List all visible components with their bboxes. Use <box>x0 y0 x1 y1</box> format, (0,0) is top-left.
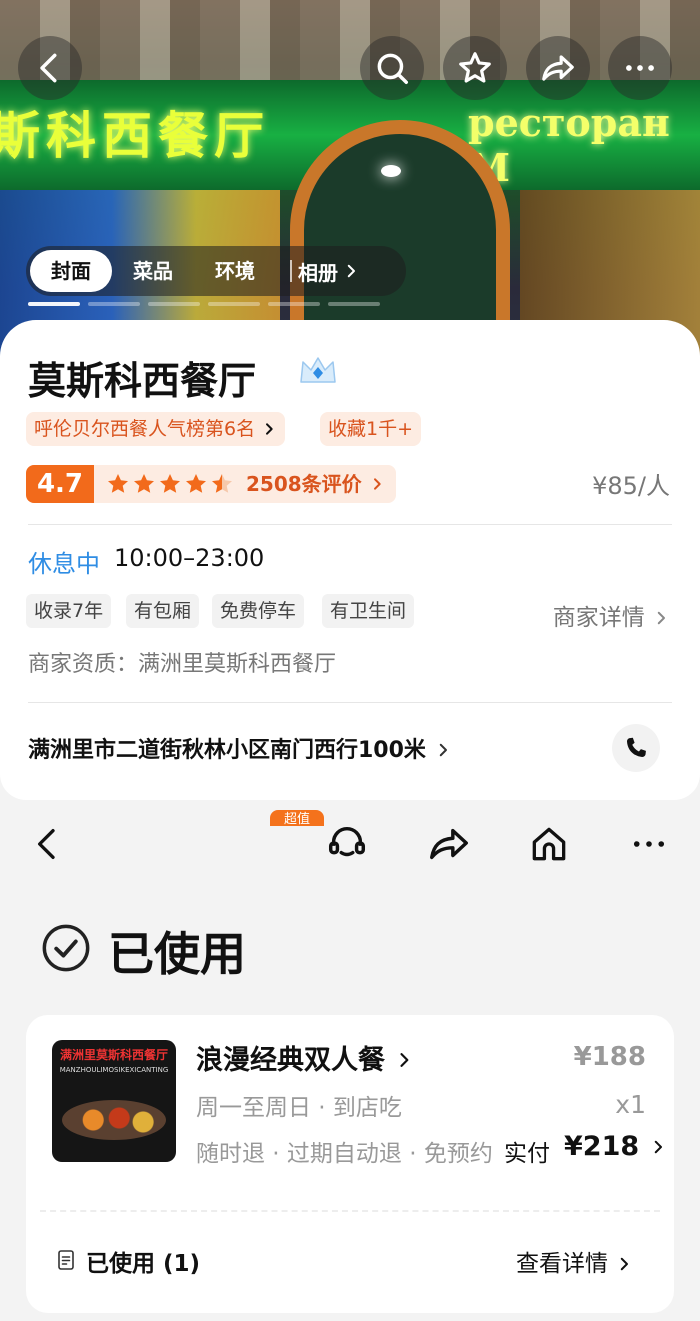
carousel-dot <box>148 302 200 306</box>
view-details-label: 查看详情 <box>516 1251 608 1277</box>
chevron-right-icon <box>266 423 273 435</box>
crown-badge-icon <box>300 357 336 383</box>
tab-environment[interactable]: 环境 <box>194 250 276 292</box>
address-label: 满洲里市二道街秋林小区南门西行100米 <box>28 738 426 763</box>
chevron-right-icon <box>654 1140 662 1154</box>
rating-score: 4.7 <box>26 465 94 503</box>
more-icon[interactable] <box>628 823 670 865</box>
chevron-right-icon <box>439 743 447 757</box>
thumbnail-subtitle: MANZHOULIMOSIKEXICANTING <box>59 1066 169 1074</box>
tab-dishes[interactable]: 菜品 <box>112 250 194 292</box>
photo-category-tabs: 封面 菜品 环境 相册 <box>26 246 406 296</box>
carousel-indicator <box>28 302 380 306</box>
average-price: ¥85/人 <box>592 472 670 500</box>
carousel-dot <box>208 302 260 306</box>
product-price: ¥188 <box>573 1042 646 1072</box>
product-quantity: x1 <box>615 1090 646 1119</box>
neon-sign-chinese: 斯科西餐厅 <box>0 106 270 165</box>
star-icon <box>186 474 206 493</box>
business-status: 休息中 <box>28 550 100 578</box>
feature-tag: 收录7年 <box>26 594 112 628</box>
star-icon <box>160 474 180 493</box>
ranking-badge-label: 呼伦贝尔西餐人气榜第6名 <box>34 418 256 440</box>
carousel-dot <box>268 302 320 306</box>
star-icon <box>134 474 154 493</box>
back-button[interactable] <box>18 36 82 100</box>
paid-amount-link[interactable]: ¥218 <box>564 1131 667 1162</box>
share-button[interactable] <box>526 36 590 100</box>
tab-cover[interactable]: 封面 <box>30 250 112 292</box>
merchant-detail-label: 商家详情 <box>552 605 645 631</box>
order-status-title: 已使用 <box>108 927 246 981</box>
half-star-icon <box>212 474 232 493</box>
address-link[interactable]: 满洲里市二道街秋林小区南门西行100米 <box>28 732 452 764</box>
entrance-lamp <box>381 165 401 177</box>
back-icon[interactable] <box>28 824 68 864</box>
customer-service-icon[interactable] <box>324 821 370 867</box>
more-icon <box>626 65 654 71</box>
carousel-dot <box>328 302 380 306</box>
chevron-right-icon <box>657 611 665 625</box>
chevron-right-icon <box>621 1257 629 1271</box>
voucher-icon <box>58 1250 74 1270</box>
back-icon <box>40 53 57 83</box>
feature-tag: 免费停车 <box>212 594 305 628</box>
star-icon <box>108 474 128 493</box>
favorite-button[interactable] <box>443 36 507 100</box>
paid-amount: ¥218 <box>564 1131 640 1162</box>
used-count: 已使用 (1) <box>86 1251 201 1277</box>
divider <box>28 524 672 525</box>
paid-label: 实付 <box>504 1141 550 1167</box>
divider <box>28 702 672 703</box>
phone-icon <box>627 737 646 757</box>
call-button[interactable] <box>612 724 660 772</box>
ranking-badge[interactable]: 呼伦贝尔西餐人气榜第6名 <box>26 412 286 446</box>
check-circle-icon <box>42 924 90 972</box>
thumbnail-title: 满洲里莫斯科西餐厅 <box>59 1048 168 1062</box>
feature-tag: 有卫生间 <box>322 594 415 628</box>
tab-divider <box>290 260 292 282</box>
dashed-divider <box>40 1210 660 1212</box>
review-count-label: 2508条评价 <box>246 472 362 496</box>
chevron-right-icon <box>400 1053 409 1067</box>
view-details-link[interactable]: 查看详情 <box>516 1244 633 1278</box>
feature-tag: 有包厢 <box>126 594 200 628</box>
search-icon <box>377 53 408 84</box>
chevron-right-icon <box>373 478 381 490</box>
building-facade <box>0 0 700 80</box>
tab-album-label: 相册 <box>298 260 338 285</box>
share-icon[interactable] <box>426 821 472 867</box>
chevron-right-icon <box>347 264 355 278</box>
favorites-badge: 收藏1千+ <box>320 412 422 446</box>
merchant-detail-link[interactable]: 商家详情 <box>553 598 670 632</box>
carousel-dot <box>88 302 140 306</box>
product-refund-info: 随时退 · 过期自动退 · 免预约 <box>196 1141 493 1167</box>
shop-name: 莫斯科西餐厅 <box>28 359 257 403</box>
hero-photo[interactable]: 斯科西餐厅 ресторан М <box>0 0 700 360</box>
super-value-badge: 超值 <box>270 810 324 826</box>
food-skewers-image <box>62 1100 166 1140</box>
product-name-link[interactable]: 浪漫经典双人餐 <box>196 1038 414 1077</box>
home-icon[interactable] <box>527 822 571 866</box>
search-button[interactable] <box>360 36 424 100</box>
carousel-dot-active <box>28 302 80 306</box>
product-name: 浪漫经典双人餐 <box>196 1045 385 1076</box>
more-button[interactable] <box>608 36 672 100</box>
neon-sign-russian: ресторан М <box>468 100 670 190</box>
merchant-qualification[interactable]: 商家资质：满洲里莫斯科西餐厅 <box>28 646 336 678</box>
business-hours: 10:00–23:00 <box>114 544 265 572</box>
share-icon <box>542 55 574 81</box>
product-thumbnail[interactable]: 满洲里莫斯科西餐厅 MANZHOULIMOSIKEXICANTING <box>52 1040 176 1162</box>
review-count-link[interactable]: 2508条评价 <box>246 468 385 500</box>
product-usage-info: 周一至周日 · 到店吃 <box>196 1095 402 1121</box>
star-rating <box>106 472 234 496</box>
star-icon <box>459 52 491 83</box>
tab-album[interactable]: 相册 <box>298 257 360 286</box>
